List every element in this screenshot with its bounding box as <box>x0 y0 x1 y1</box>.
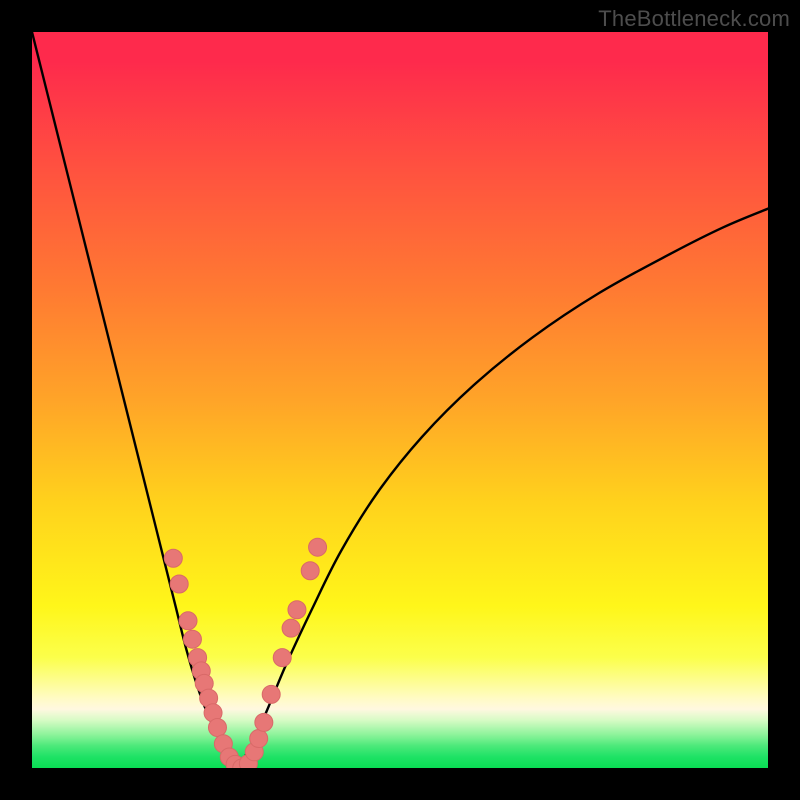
data-marker <box>309 538 327 556</box>
curve-left-curve <box>32 32 238 768</box>
data-marker <box>208 719 226 737</box>
curve-right-curve <box>238 209 768 768</box>
curve-layer <box>32 32 768 768</box>
data-marker <box>288 601 306 619</box>
data-marker <box>179 612 197 630</box>
data-marker <box>273 649 291 667</box>
watermark-text: TheBottleneck.com <box>598 6 790 32</box>
data-marker <box>183 630 201 648</box>
chart-svg <box>32 32 768 768</box>
marker-layer <box>164 538 326 768</box>
data-marker <box>282 619 300 637</box>
chart-frame: TheBottleneck.com <box>0 0 800 800</box>
data-marker <box>250 730 268 748</box>
data-marker <box>262 685 280 703</box>
plot-area <box>32 32 768 768</box>
data-marker <box>164 549 182 567</box>
data-marker <box>255 713 273 731</box>
data-marker <box>301 562 319 580</box>
data-marker <box>170 575 188 593</box>
